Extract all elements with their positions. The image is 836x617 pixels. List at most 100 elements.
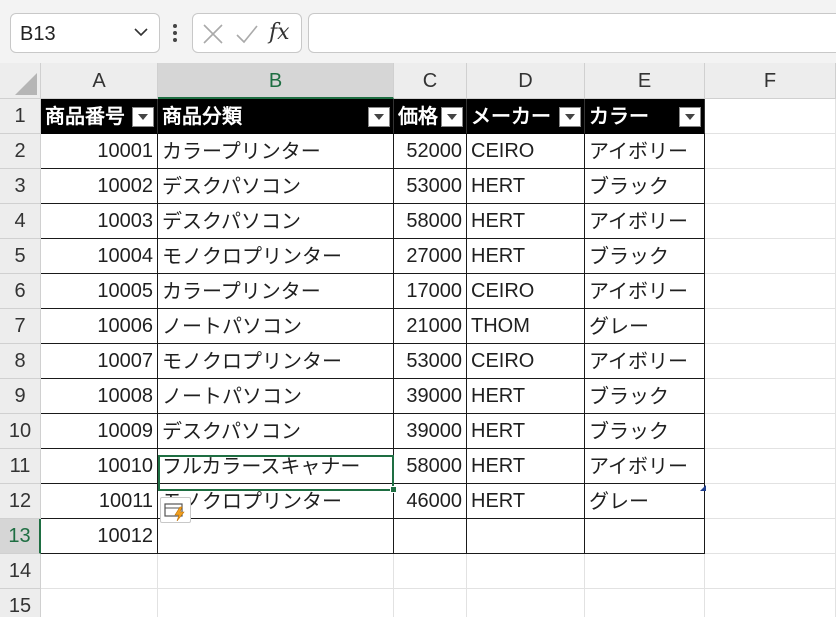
cell-color[interactable]: グレー <box>585 484 705 519</box>
empty-cell[interactable] <box>41 554 158 589</box>
empty-cell[interactable] <box>394 589 467 617</box>
cell-maker[interactable]: HERT <box>467 414 585 449</box>
flash-fill-options-button[interactable] <box>160 497 191 523</box>
empty-cell[interactable] <box>705 589 836 617</box>
row-header-4[interactable]: 4 <box>0 204 41 239</box>
cell-id[interactable]: 10011 <box>41 484 158 519</box>
cell-price[interactable]: 39000 <box>394 379 467 414</box>
spreadsheet-grid[interactable]: A B C D E F 1 2 3 4 5 6 7 8 9 10 11 12 13 14 15 商品番号 商品分類 価格 メーカ… <box>0 63 836 617</box>
cell-id[interactable]: 10004 <box>41 239 158 274</box>
select-all-corner[interactable] <box>0 63 41 99</box>
row-header-14[interactable]: 14 <box>0 554 41 589</box>
table-header-cell[interactable]: カラー <box>585 99 705 134</box>
active-cell-selection[interactable] <box>158 455 394 491</box>
cell-maker[interactable]: HERT <box>467 484 585 519</box>
empty-cell[interactable] <box>41 589 158 617</box>
empty-cell[interactable] <box>705 134 836 169</box>
empty-cell[interactable] <box>705 414 836 449</box>
column-header-f[interactable]: F <box>705 63 836 99</box>
empty-cell[interactable] <box>705 239 836 274</box>
cell-category[interactable]: デスクパソコン <box>158 414 394 449</box>
row-header-7[interactable]: 7 <box>0 309 41 344</box>
cell-category[interactable] <box>158 519 394 554</box>
row-header-9[interactable]: 9 <box>0 379 41 414</box>
cell-id[interactable]: 10007 <box>41 344 158 379</box>
row-header-11[interactable]: 11 <box>0 449 41 484</box>
filter-dropdown-button[interactable] <box>441 107 463 127</box>
cell-id[interactable]: 10006 <box>41 309 158 344</box>
cell-price[interactable]: 58000 <box>394 449 467 484</box>
row-header-13[interactable]: 13 <box>0 519 41 554</box>
column-header-c[interactable]: C <box>394 63 467 99</box>
row-header-2[interactable]: 2 <box>0 134 41 169</box>
cell-category[interactable]: カラープリンター <box>158 134 394 169</box>
row-header-5[interactable]: 5 <box>0 239 41 274</box>
cell-color[interactable] <box>585 519 705 554</box>
cell-color[interactable]: ブラック <box>585 239 705 274</box>
cell-color[interactable]: ブラック <box>585 414 705 449</box>
cell-id[interactable]: 10008 <box>41 379 158 414</box>
empty-cell[interactable] <box>158 554 394 589</box>
empty-cell[interactable] <box>467 589 585 617</box>
cell-color[interactable]: ブラック <box>585 379 705 414</box>
cell-category[interactable]: ノートパソコン <box>158 379 394 414</box>
empty-cell[interactable] <box>705 344 836 379</box>
name-box[interactable]: B13 <box>10 13 160 53</box>
cell-color[interactable]: グレー <box>585 309 705 344</box>
cell-price[interactable]: 58000 <box>394 204 467 239</box>
filter-dropdown-button[interactable] <box>368 107 390 127</box>
empty-cell[interactable] <box>705 204 836 239</box>
column-header-a[interactable]: A <box>41 63 158 99</box>
table-header-cell[interactable]: メーカー <box>467 99 585 134</box>
cell-price[interactable]: 21000 <box>394 309 467 344</box>
column-header-d[interactable]: D <box>467 63 585 99</box>
cell-color[interactable]: ブラック <box>585 169 705 204</box>
cell-maker[interactable]: CEIRO <box>467 134 585 169</box>
cell-color[interactable]: アイボリー <box>585 134 705 169</box>
cell-price[interactable]: 53000 <box>394 344 467 379</box>
cell-id[interactable]: 10009 <box>41 414 158 449</box>
formula-input[interactable] <box>308 13 836 53</box>
cell-maker[interactable] <box>467 519 585 554</box>
empty-cell[interactable] <box>394 554 467 589</box>
empty-cell[interactable] <box>705 99 836 134</box>
cell-category[interactable]: デスクパソコン <box>158 169 394 204</box>
row-header-6[interactable]: 6 <box>0 274 41 309</box>
cell-maker[interactable]: HERT <box>467 204 585 239</box>
cell-category[interactable]: カラープリンター <box>158 274 394 309</box>
empty-cell[interactable] <box>585 589 705 617</box>
cell-maker[interactable]: HERT <box>467 379 585 414</box>
row-header-12[interactable]: 12 <box>0 484 41 519</box>
table-header-cell[interactable]: 商品分類 <box>158 99 394 134</box>
row-header-1[interactable]: 1 <box>0 99 41 134</box>
cell-maker[interactable]: HERT <box>467 239 585 274</box>
cell-price[interactable] <box>394 519 467 554</box>
empty-cell[interactable] <box>705 274 836 309</box>
filter-dropdown-button[interactable] <box>132 107 154 127</box>
empty-cell[interactable] <box>705 484 836 519</box>
row-header-3[interactable]: 3 <box>0 169 41 204</box>
empty-cell[interactable] <box>705 379 836 414</box>
table-header-cell[interactable]: 商品番号 <box>41 99 158 134</box>
cell-price[interactable]: 39000 <box>394 414 467 449</box>
empty-cell[interactable] <box>705 169 836 204</box>
cell-id[interactable]: 10012 <box>41 519 158 554</box>
row-header-10[interactable]: 10 <box>0 414 41 449</box>
row-header-15[interactable]: 15 <box>0 589 41 617</box>
cell-price[interactable]: 53000 <box>394 169 467 204</box>
row-header-8[interactable]: 8 <box>0 344 41 379</box>
x-icon[interactable] <box>201 22 225 46</box>
cell-maker[interactable]: HERT <box>467 449 585 484</box>
cell-id[interactable]: 10003 <box>41 204 158 239</box>
empty-cell[interactable] <box>158 589 394 617</box>
filter-dropdown-button[interactable] <box>679 107 701 127</box>
empty-cell[interactable] <box>705 519 836 554</box>
cell-category[interactable]: モノクロプリンター <box>158 239 394 274</box>
cell-category[interactable]: モノクロプリンター <box>158 344 394 379</box>
empty-cell[interactable] <box>585 554 705 589</box>
cell-id[interactable]: 10010 <box>41 449 158 484</box>
cell-id[interactable]: 10002 <box>41 169 158 204</box>
cell-price[interactable]: 46000 <box>394 484 467 519</box>
empty-cell[interactable] <box>705 554 836 589</box>
cell-category[interactable]: ノートパソコン <box>158 309 394 344</box>
